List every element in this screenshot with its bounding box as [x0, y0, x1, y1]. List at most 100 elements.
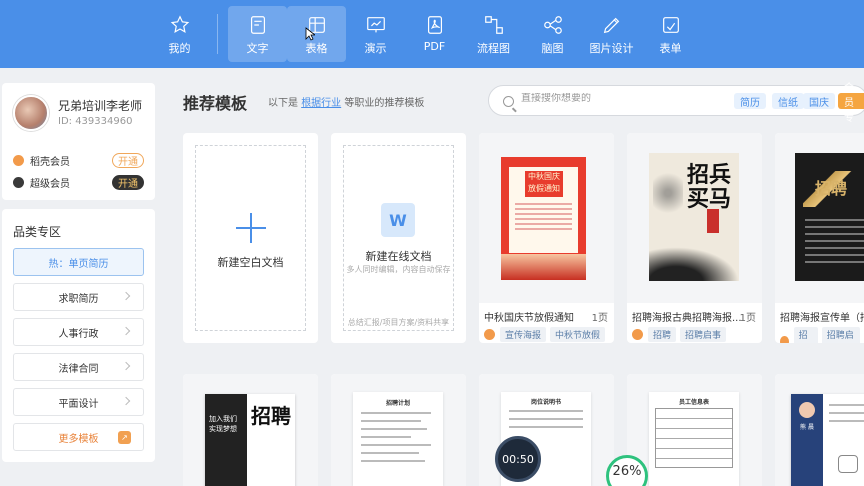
- search-tag-letter[interactable]: 信纸: [772, 93, 804, 109]
- template-thumbnail: 中秋国庆放假通知: [479, 133, 614, 303]
- plus-icon: [236, 213, 266, 243]
- search-tag-member[interactable]: 会员专: [838, 83, 864, 124]
- subtitle-prefix: 以下是: [268, 98, 298, 109]
- template-pages: 1页: [739, 313, 756, 324]
- nav-label: 演示: [364, 42, 387, 55]
- template-thumbnail: 招兵买马: [627, 133, 762, 303]
- search-input[interactable]: [521, 93, 721, 104]
- category-job-resume[interactable]: 求职简历: [13, 283, 144, 311]
- category-label: 平面设计: [58, 398, 99, 410]
- resume-sidebar: 熊 晨: [791, 394, 823, 486]
- membership-label: 超级会员: [30, 178, 70, 190]
- star-icon: [169, 14, 191, 36]
- category-more-templates[interactable]: 更多模板 ↗: [13, 423, 144, 451]
- image-design-icon: [601, 14, 623, 36]
- search-tag-national-day[interactable]: 国庆: [803, 93, 835, 109]
- nav-label: 文字: [246, 42, 269, 55]
- nav-divider: [217, 14, 218, 54]
- nav-flowchart[interactable]: 流程图: [464, 6, 523, 62]
- chevron-right-icon: [121, 291, 131, 301]
- user-name: 兄弟培训李老师: [58, 99, 143, 113]
- super-member-icon: [13, 176, 24, 188]
- poster-preview: 中秋国庆放假通知: [501, 157, 586, 280]
- template-card[interactable]: 招聘 招聘海报宣传单（招聘 招聘 招聘启事: [775, 133, 864, 343]
- search-box[interactable]: 简历 信纸 国庆 会员专: [488, 83, 864, 124]
- nav-form[interactable]: 表单: [641, 6, 700, 62]
- category-legal-contract[interactable]: 法律合同: [13, 353, 144, 381]
- nav-label: PDF: [423, 40, 446, 53]
- doc-line: [361, 420, 421, 422]
- doc-line: [509, 418, 583, 420]
- template-card[interactable]: 员工信息表: [627, 374, 762, 486]
- template-tag[interactable]: 宣传海报: [500, 327, 547, 342]
- docer-member-icon: [13, 154, 24, 166]
- poster-title: 中秋国庆放假通知: [525, 171, 563, 197]
- doc-line: [361, 444, 431, 446]
- nav-presentation[interactable]: 演示: [346, 6, 405, 62]
- user-card: 兄弟培训李老师 ID: 439334960 稻壳会员 开通 超级会员 开通: [2, 83, 155, 200]
- template-tag[interactable]: 招聘: [793, 327, 818, 343]
- poster-preview: 招聘 加入我们 实现梦想: [205, 394, 295, 486]
- category-graphic-design[interactable]: 平面设计: [13, 388, 144, 416]
- avatar[interactable]: [13, 95, 49, 131]
- poster-footer-art: [501, 254, 586, 280]
- nav-mine[interactable]: 我的: [150, 6, 209, 62]
- chevron-right-icon: [121, 396, 131, 406]
- template-card[interactable]: 招聘 加入我们 实现梦想: [183, 374, 318, 486]
- ink-tree-art: [653, 163, 683, 223]
- open-docer-button[interactable]: 开通: [112, 152, 144, 168]
- document-icon: [247, 14, 269, 36]
- nav-label: 表格: [305, 42, 328, 55]
- membership-docer: 稻壳会员 开通: [13, 152, 144, 168]
- poster-text-lines: [805, 219, 864, 268]
- chat-icon[interactable]: [838, 455, 858, 473]
- document-preview: 员工信息表: [649, 392, 739, 486]
- dashed-frame: [343, 145, 454, 331]
- new-online-label: 新建在线文档: [365, 250, 432, 263]
- resume-photo: [799, 402, 815, 418]
- doc-line: [361, 460, 425, 462]
- doc-table: [655, 408, 733, 468]
- template-card[interactable]: 招聘计划: [331, 374, 466, 486]
- nav-text[interactable]: 文字: [228, 6, 287, 62]
- template-tag[interactable]: 中秋节放假: [550, 327, 606, 342]
- new-online-doc-card[interactable]: W 新建在线文档 多人同时编辑，内容自动保存 总结汇报/项目方案/资料共享: [331, 133, 466, 343]
- nav-image-design[interactable]: 图片设计: [582, 6, 641, 62]
- new-blank-label: 新建空白文档: [217, 256, 284, 269]
- nav-label: 我的: [168, 42, 191, 55]
- form-icon: [660, 14, 682, 36]
- poster-text-lines: [515, 203, 572, 233]
- poster-side-text: 加入我们 实现梦想: [209, 415, 237, 433]
- industry-link[interactable]: 根据行业: [301, 98, 341, 109]
- category-single-resume[interactable]: 热：单页简历: [13, 248, 144, 276]
- nav-table[interactable]: 表格: [287, 6, 346, 62]
- template-card[interactable]: 招兵买马 招聘海报古典招聘海报... 1页 招聘 招聘启事: [627, 133, 762, 343]
- category-panel: 品类专区 热：单页简历 求职简历 人事行政 法律合同 平面设计 更多模板 ↗: [2, 209, 155, 462]
- template-thumbnail: 员工信息表: [627, 374, 762, 486]
- template-card[interactable]: 中秋国庆放假通知 中秋国庆节放假通知 1页 宣传海报 中秋节放假: [479, 133, 614, 343]
- nav-label: 脑图: [541, 42, 564, 55]
- template-tags: 宣传海报 中秋节放假: [484, 327, 609, 342]
- doc-line: [361, 412, 431, 414]
- nav-mindmap[interactable]: 脑图: [523, 6, 582, 62]
- membership-label: 稻壳会员: [30, 156, 70, 168]
- category-hr-admin[interactable]: 人事行政: [13, 318, 144, 346]
- category-label: 人事行政: [58, 328, 99, 340]
- main-nav: 我的 文字 表格 演示 PDF 流程图 脑图 图片设计 表单: [150, 6, 700, 62]
- nav-pdf[interactable]: PDF: [405, 6, 464, 62]
- template-thumbnail: 招聘 加入我们 实现梦想: [183, 374, 318, 486]
- search-tag-resume[interactable]: 简历: [734, 93, 766, 109]
- template-tag[interactable]: 招聘: [648, 327, 677, 342]
- template-tag[interactable]: 招聘启事: [680, 327, 727, 342]
- template-tag[interactable]: 招聘启事: [821, 327, 860, 343]
- category-label: 法律合同: [58, 363, 99, 375]
- recording-timer[interactable]: 00:50: [495, 436, 541, 482]
- mindmap-icon: [542, 14, 564, 36]
- ink-splash-art: [649, 247, 739, 281]
- docer-badge-icon: [780, 335, 789, 343]
- nav-label: 流程图: [477, 42, 510, 55]
- new-blank-doc-card[interactable]: 新建空白文档: [183, 133, 318, 343]
- doc-line: [509, 410, 583, 412]
- open-super-button[interactable]: 开通: [112, 174, 144, 190]
- poster-paper: 中秋国庆放假通知: [509, 167, 578, 253]
